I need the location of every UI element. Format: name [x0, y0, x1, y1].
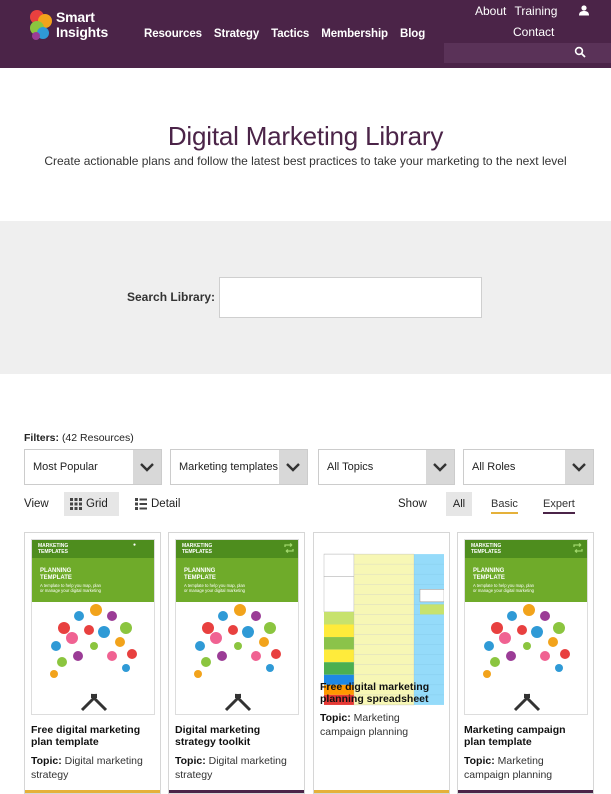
- level-indicator-expert: [458, 790, 593, 793]
- link-contact[interactable]: Contact: [513, 25, 554, 39]
- thumb-cover: PLANNING TEMPLATE A template to help you…: [176, 558, 298, 602]
- tree-illustration-icon: [192, 602, 284, 712]
- resource-title[interactable]: Free digital marketing planning spreadsh…: [320, 681, 446, 705]
- top-links: About Training: [475, 4, 562, 18]
- link-training[interactable]: Training: [514, 4, 557, 18]
- type-dropdown-value: Marketing templates: [179, 461, 279, 473]
- show-all-button[interactable]: All: [446, 492, 472, 516]
- thumb-logo: ●: [132, 542, 136, 548]
- resource-topic: Topic: Digital marketing strategy: [175, 754, 301, 782]
- type-dropdown-arrow[interactable]: [279, 450, 307, 484]
- tree-illustration-icon: [481, 602, 573, 712]
- main-nav: Resources Strategy Tactics Membership Bl…: [144, 28, 437, 40]
- chevron-down-icon: [433, 463, 447, 472]
- thumb-header: MARKETING TEMPLATES: [176, 540, 298, 558]
- resource-title[interactable]: Marketing campaign plan template: [464, 724, 590, 748]
- sort-dropdown-value: Most Popular: [33, 461, 98, 473]
- sort-dropdown[interactable]: Most Popular: [24, 449, 162, 485]
- resource-topic: Topic: Digital marketing strategy: [31, 754, 157, 782]
- resource-thumbnail[interactable]: MARKETING TEMPLATES PLANNING TEMPLATE A …: [464, 539, 588, 715]
- grid-view-label: Grid: [86, 498, 108, 510]
- thumb-subtitle: A template to help you map, plan or mana…: [40, 583, 101, 593]
- refresh-icon: [284, 543, 294, 553]
- thumb-title: PLANNING TEMPLATE: [184, 568, 216, 581]
- tree-illustration-icon: [48, 602, 140, 712]
- resource-thumbnail[interactable]: MARKETING TEMPLATES PLANNING TEMPLATE A …: [175, 539, 299, 715]
- smart-insights-logo[interactable]: Smart Insights: [28, 8, 138, 48]
- role-dropdown-arrow[interactable]: [565, 450, 593, 484]
- nav-membership[interactable]: Membership: [321, 28, 388, 40]
- resource-topic: Topic: Marketing campaign planning: [320, 711, 446, 739]
- show-expert-button[interactable]: Expert: [543, 498, 575, 514]
- topic-label: Topic:: [464, 755, 495, 767]
- page-subtitle: Create actionable plans and follow the l…: [44, 154, 567, 168]
- thumb-subtitle: A template to help you map, plan or mana…: [184, 583, 245, 593]
- topic-dropdown[interactable]: All Topics: [318, 449, 455, 485]
- topic-label: Topic:: [320, 712, 351, 724]
- thumb-cover: PLANNING TEMPLATE A template to help you…: [465, 558, 587, 602]
- resource-card[interactable]: MARKETING TEMPLATES ● PLANNING TEMPLATE …: [24, 532, 161, 794]
- list-icon: [135, 498, 147, 510]
- user-icon[interactable]: [578, 4, 590, 16]
- nav-strategy[interactable]: Strategy: [214, 28, 259, 40]
- page-title: Digital Marketing Library: [167, 121, 444, 151]
- topic-label: Topic:: [31, 755, 62, 767]
- role-dropdown[interactable]: All Roles: [463, 449, 594, 485]
- resource-topic: Topic: Marketing campaign planning: [464, 754, 590, 782]
- nav-resources[interactable]: Resources: [144, 28, 202, 40]
- show-label: Show: [398, 498, 427, 510]
- resource-card[interactable]: MARKETING TEMPLATES PLANNING TEMPLATE A …: [168, 532, 305, 794]
- resource-title[interactable]: Free digital marketing plan template: [31, 724, 157, 748]
- refresh-icon: [573, 543, 583, 553]
- logo-text: Smart Insights: [56, 10, 108, 40]
- nav-tactics[interactable]: Tactics: [271, 28, 309, 40]
- resource-card[interactable]: MARKETING TEMPLATES PLANNING TEMPLATE A …: [457, 532, 594, 794]
- chevron-down-icon: [572, 463, 586, 472]
- detail-view-label: Detail: [151, 498, 181, 510]
- resource-title[interactable]: Digital marketing strategy toolkit: [175, 724, 301, 748]
- link-about[interactable]: About: [475, 4, 506, 18]
- filters-title: Filters:: [24, 432, 60, 444]
- logo-text-line1: Smart: [56, 9, 95, 25]
- nav-blog[interactable]: Blog: [400, 28, 425, 40]
- logo-text-line2: Insights: [56, 24, 109, 40]
- show-basic-button[interactable]: Basic: [491, 498, 518, 514]
- level-indicator-basic: [25, 790, 160, 793]
- thumb-subtitle: A template to help you map, plan or mana…: [473, 583, 534, 593]
- resource-thumbnail[interactable]: MARKETING TEMPLATES ● PLANNING TEMPLATE …: [31, 539, 155, 715]
- resource-count: (42 Resources): [61, 432, 134, 444]
- chevron-down-icon: [286, 463, 300, 472]
- thumb-header-text: MARKETING TEMPLATES: [38, 543, 69, 555]
- topic-dropdown-value: All Topics: [327, 461, 374, 473]
- search-library-label: Search Library:: [127, 290, 216, 304]
- filters-label: Filters: (42 Resources): [24, 432, 134, 444]
- thumb-header: MARKETING TEMPLATES: [465, 540, 587, 558]
- grid-icon: [70, 498, 82, 510]
- thumb-title: PLANNING TEMPLATE: [40, 568, 72, 581]
- thumb-header: MARKETING TEMPLATES ●: [32, 540, 154, 558]
- level-indicator-expert: [169, 790, 304, 793]
- view-label: View: [24, 498, 49, 510]
- grid-view-button[interactable]: Grid: [64, 492, 119, 516]
- type-dropdown[interactable]: Marketing templates: [170, 449, 308, 485]
- topic-label: Topic:: [175, 755, 206, 767]
- thumb-cover: PLANNING TEMPLATE A template to help you…: [32, 558, 154, 602]
- role-dropdown-value: All Roles: [472, 461, 516, 473]
- search-library-input[interactable]: [219, 277, 482, 318]
- topic-dropdown-arrow[interactable]: [426, 450, 454, 484]
- thumb-title: PLANNING TEMPLATE: [473, 568, 505, 581]
- search-icon[interactable]: [574, 46, 586, 58]
- top-navigation-bar: Smart Insights Resources Strategy Tactic…: [0, 0, 611, 68]
- thumb-header-text: MARKETING TEMPLATES: [471, 543, 502, 555]
- chevron-down-icon: [140, 463, 154, 472]
- detail-view-button[interactable]: Detail: [133, 492, 193, 516]
- thumb-header-text: MARKETING TEMPLATES: [182, 543, 213, 555]
- level-indicator-basic: [314, 790, 449, 793]
- resource-card[interactable]: Free digital marketing planning spreadsh…: [313, 532, 450, 794]
- logo-mark-icon: [30, 10, 52, 40]
- sort-dropdown-arrow[interactable]: [133, 450, 161, 484]
